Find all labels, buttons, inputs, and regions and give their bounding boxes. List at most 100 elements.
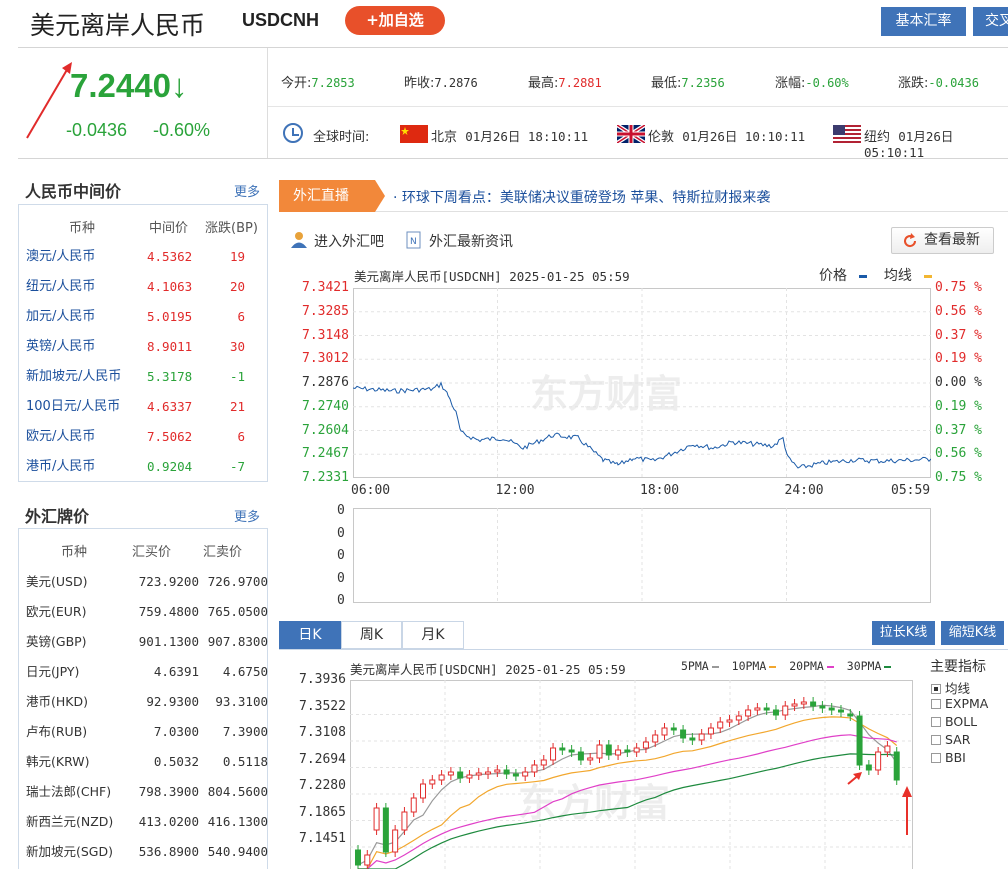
kline-title: 美元离岸人民币[USDCNH] 2025-01-25 05:59: [350, 662, 626, 677]
price-tick-label: 7.3421: [302, 280, 349, 295]
candle-body: [893, 751, 900, 781]
candle-body: [373, 807, 380, 831]
page-title: 美元离岸人民币: [30, 11, 206, 40]
header-currency: 币种: [61, 545, 88, 560]
table-row[interactable]: 澳元/人民币 4.5362 19: [19, 242, 269, 272]
shorten-k-button[interactable]: 缩短K线: [941, 621, 1004, 645]
currency-name[interactable]: 纽元/人民币: [26, 272, 95, 302]
tab-monthly-k[interactable]: 月K: [402, 621, 464, 649]
tab-cross-rate[interactable]: 交叉汇率: [973, 7, 1008, 36]
checkbox-icon[interactable]: [931, 753, 941, 763]
candle-body: [884, 745, 891, 753]
candle-body: [810, 701, 817, 707]
live-headline-link[interactable]: · 环球下周看点：美联储决议重磅登场 苹果、特斯拉财报来袭: [393, 187, 770, 207]
mid-price: 5.3178: [147, 369, 193, 384]
price-change-pct: -0.60%: [153, 120, 211, 140]
fx-board-more-link[interactable]: 更多: [234, 506, 260, 525]
add-watchlist-button[interactable]: +加自选: [345, 6, 445, 35]
currency-name[interactable]: 澳元/人民币: [26, 242, 95, 272]
buy-price: 798.3900: [138, 784, 199, 799]
header-mid: 中间价: [149, 221, 189, 236]
currency-name: 港币(HKD): [26, 694, 88, 709]
bp-change: 30: [229, 339, 245, 354]
checkbox-icon[interactable]: [931, 684, 941, 694]
news-link[interactable]: 外汇最新资讯: [429, 231, 513, 251]
checkbox-icon[interactable]: [931, 735, 941, 745]
current-price: 7.2440↓: [70, 67, 188, 104]
table-row[interactable]: 欧元/人民币 7.5062 6: [19, 422, 269, 452]
buy-price: 4.6391: [153, 664, 199, 679]
sell-price: 765.0500: [207, 604, 268, 619]
annotation-arrowhead-icon: [902, 786, 912, 797]
tab-basic-rate[interactable]: 基本汇率: [881, 7, 966, 36]
table-row[interactable]: 100日元/人民币 4.6337 21: [19, 392, 269, 422]
buy-price: 901.1300: [138, 634, 199, 649]
indicator-label: BOLL: [945, 714, 978, 729]
currency-name: 瑞士法郎(CHF): [26, 784, 112, 799]
legend-price: 价格: [819, 268, 847, 284]
candle-body: [661, 727, 668, 736]
table-row[interactable]: 英镑/人民币 8.9011 30: [19, 332, 269, 362]
rmb-mid-more-link[interactable]: 更多: [234, 181, 260, 200]
lengthen-k-button[interactable]: 拉长K线: [872, 621, 935, 645]
table-row[interactable]: 加元/人民币 5.0195 6: [19, 302, 269, 332]
currency-name: 新西兰元(NZD): [26, 814, 114, 829]
table-row[interactable]: 纽元/人民币 4.1063 20: [19, 272, 269, 302]
checkbox-icon[interactable]: [931, 699, 941, 709]
candle-body: [364, 854, 371, 866]
sell-price: 540.9400: [207, 844, 268, 859]
currency-name[interactable]: 欧元/人民币: [26, 422, 95, 452]
clock-icon: [283, 123, 303, 143]
tab-weekly-k[interactable]: 周K: [341, 621, 402, 649]
price-tick-label: 7.3285: [302, 303, 349, 319]
checkbox-icon[interactable]: [931, 717, 941, 727]
candle-body: [791, 703, 798, 707]
time-tick-label: 05:59: [891, 483, 931, 498]
table-row: 新西兰元(NZD) 413.0200 416.1300: [19, 807, 269, 837]
indicator-option[interactable]: BBI: [931, 750, 966, 765]
intraday-title: 美元离岸人民币[USDCNH] 2025-01-25 05:59: [354, 269, 630, 284]
header-currency: 币种: [69, 221, 96, 236]
table-row: 日元(JPY) 4.6391 4.6750: [19, 657, 269, 687]
table-row[interactable]: 港币/人民币 0.9204 -7: [19, 452, 269, 482]
indicator-option[interactable]: 均线: [931, 678, 970, 697]
ma10-swatch: [769, 665, 777, 668]
candle-body: [587, 757, 594, 761]
rmb-mid-table: 币种 中间价 涨跌(BP) 澳元/人民币 4.5362 19 纽元/人民币 4.1063…: [18, 204, 268, 482]
tab-daily-k[interactable]: 日K: [279, 621, 341, 649]
currency-name[interactable]: 100日元/人民币: [26, 392, 120, 422]
legend-avg: 均线: [883, 268, 912, 284]
indicator-option[interactable]: BOLL: [931, 714, 977, 729]
svg-text:N: N: [410, 237, 417, 247]
table-row: 美元(USD) 723.9200 726.9700: [19, 567, 269, 597]
indicator-option[interactable]: EXPMA: [931, 696, 988, 711]
candle-body: [772, 709, 779, 716]
currency-name: 韩元(KRW): [26, 754, 90, 769]
indicator-label: BBI: [945, 750, 966, 765]
buy-price: 759.4800: [138, 604, 199, 619]
currency-name[interactable]: 港币/人民币: [26, 452, 95, 482]
currency-name[interactable]: 新加坡元/人民币: [26, 362, 121, 392]
pct-tick-label: 0.56 %: [935, 303, 982, 319]
currency-name[interactable]: 英镑/人民币: [26, 332, 95, 362]
stat-prev-close: 昨收:7.2876: [404, 76, 478, 91]
candle-body: [494, 769, 501, 773]
indicator-option[interactable]: SAR: [931, 732, 970, 747]
kline-tick-label: 7.1865: [299, 804, 346, 820]
candle-body: [512, 773, 519, 777]
sell-price: 907.8300: [207, 634, 268, 649]
table-row[interactable]: 新加坡元/人民币 5.3178 -1: [19, 362, 269, 392]
refresh-button[interactable]: 查看最新: [891, 227, 994, 254]
ma30-swatch: [884, 665, 892, 668]
kline-chart[interactable]: [350, 680, 913, 869]
candle-body: [531, 764, 538, 773]
currency-name[interactable]: 加元/人民币: [26, 302, 95, 332]
time-newyork: 纽约 01月26日 05:10:11: [864, 129, 954, 160]
mid-price: 4.1063: [147, 279, 193, 294]
pct-tick-label: 0.75 %: [935, 470, 982, 485]
candle-body: [782, 705, 789, 716]
candle-body: [726, 719, 733, 723]
intraday-chart[interactable]: [353, 288, 931, 478]
candle-body: [717, 721, 724, 729]
forum-link[interactable]: 进入外汇吧: [314, 231, 384, 251]
